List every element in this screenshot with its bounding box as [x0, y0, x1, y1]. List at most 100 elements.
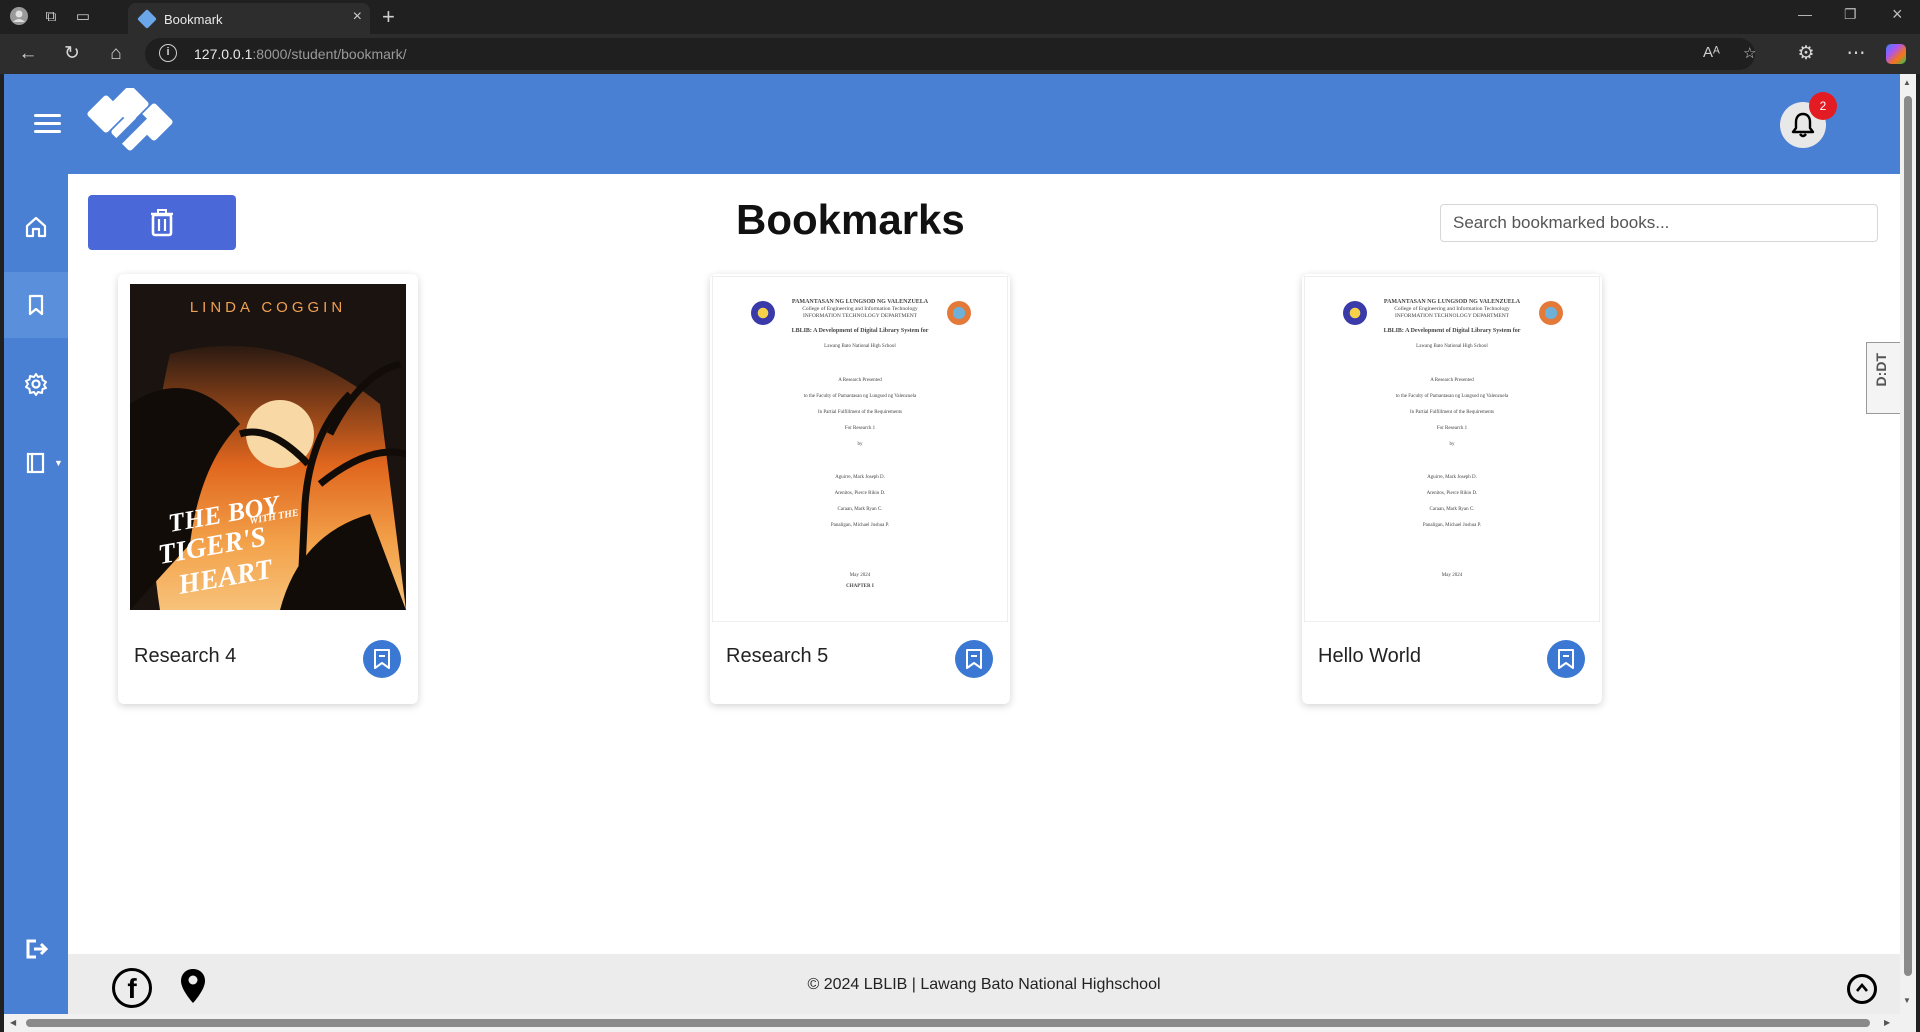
scroll-up-arrow[interactable]: ▲ [1903, 78, 1911, 87]
scroll-left-arrow[interactable]: ◀ [10, 1018, 16, 1027]
back-icon[interactable]: ← [16, 42, 40, 66]
extension-badge-label: D:DT [1873, 353, 1889, 387]
reload-icon[interactable]: ↻ [60, 42, 84, 66]
arrow-up-icon [1856, 982, 1868, 992]
address-bar[interactable]: i 127.0.0.1:8000/student/bookmark/ Aᴬ ☆ [145, 38, 1756, 70]
page-viewport: 2 ▼ Bookmarks Search bookmarked books...… [4, 74, 1900, 1014]
extension-badge[interactable]: D:DT [1866, 342, 1900, 414]
copilot-icon[interactable] [1886, 44, 1906, 64]
sidebar-item-settings[interactable] [4, 351, 68, 417]
bookmark-icon [28, 294, 44, 316]
tab-close-icon[interactable]: × [353, 8, 362, 26]
doc-date: May 2024 [849, 573, 871, 578]
close-window-icon[interactable]: × [1892, 4, 1903, 25]
site-info-icon[interactable]: i [159, 44, 177, 62]
doc-text: by [1449, 442, 1455, 447]
horizontal-scroll-thumb[interactable] [26, 1019, 1870, 1027]
bookmark-remove-icon [374, 649, 390, 669]
book-icon [26, 452, 45, 474]
tab-favicon-icon [137, 9, 157, 29]
hamburger-icon[interactable] [34, 114, 61, 134]
doc-text: For Research 1 [844, 426, 876, 431]
doc-chapter: CHAPTER I [846, 584, 874, 589]
tab-actions-icon[interactable]: ▭ [72, 6, 94, 28]
doc-text: A Research Presented [1430, 378, 1474, 383]
doc-header: PAMANTASAN NG LUNGSOD NG VALENZUELA [1383, 299, 1521, 305]
read-aloud-icon[interactable]: Aᴬ [1703, 44, 1720, 61]
restore-icon[interactable]: ❐ [1844, 6, 1857, 23]
sidebar-item-books[interactable]: ▼ [4, 430, 68, 496]
notification-badge: 2 [1809, 92, 1837, 120]
doc-author: Arenitos, Pierce Rikio D. [1426, 491, 1478, 496]
remove-bookmark-button[interactable] [363, 640, 401, 678]
doc-header: INFORMATION TECHNOLOGY DEPARTMENT [1394, 313, 1510, 319]
doc-title: LBLIB: A Development of Digital Library … [791, 328, 929, 334]
document-preview[interactable]: PAMANTASAN NG LUNGSOD NG VALENZUELA Coll… [1304, 276, 1600, 622]
vertical-scroll-thumb[interactable] [1904, 96, 1912, 976]
delete-bookmarks-button[interactable] [88, 195, 236, 250]
doc-text: For Research 1 [1436, 426, 1468, 431]
sidebar: ▼ [4, 174, 68, 1014]
scroll-down-arrow[interactable]: ▼ [1903, 996, 1911, 1005]
doc-text: to the Faculty of Pamantasan ng Lungsod … [803, 394, 917, 399]
chevron-down-icon: ▼ [54, 458, 63, 468]
bookmark-remove-icon [966, 649, 982, 669]
sidebar-item-logout[interactable] [4, 916, 68, 982]
browser-toolbar: ← ↻ ⌂ i 127.0.0.1:8000/student/bookmark/… [0, 34, 1920, 74]
remove-bookmark-button[interactable] [955, 640, 993, 678]
doc-author: Caraan, Mark Ryan C. [1429, 507, 1475, 512]
main-content: Bookmarks Search bookmarked books... LIN… [68, 174, 1900, 954]
sidebar-item-home[interactable] [4, 194, 68, 260]
doc-text: Lawang Bato National High School [1416, 344, 1488, 349]
doc-author: Arenitos, Pierce Rikio D. [834, 491, 886, 496]
doc-header: INFORMATION TECHNOLOGY DEPARTMENT [802, 313, 918, 319]
doc-text: In Partial Fulfillment of the Requiremen… [817, 410, 902, 415]
bookmark-card[interactable]: LINDA COGGIN THE BOY WITH THE TIGER'S HE… [118, 274, 418, 704]
doc-author: Panaligan, Michael Joshua P. [830, 523, 890, 528]
profile-icon[interactable] [8, 6, 30, 28]
bookmark-card[interactable]: PAMANTASAN NG LUNGSOD NG VALENZUELA Coll… [1302, 274, 1602, 704]
minimize-icon[interactable]: — [1798, 6, 1812, 22]
cover-author: LINDA COGGIN [190, 299, 346, 316]
horizontal-scrollbar[interactable]: ◀ ▶ [4, 1014, 1916, 1032]
doc-title: LBLIB: A Development of Digital Library … [1383, 328, 1521, 334]
app-logo[interactable] [86, 88, 186, 162]
sidebar-item-bookmarks[interactable] [4, 272, 68, 338]
copyright-text: © 2024 LBLIB | Lawang Bato National High… [807, 976, 1161, 993]
app-header: 2 [4, 74, 1900, 174]
trash-icon [151, 209, 173, 237]
doc-author: Caraan, Mark Ryan C. [837, 507, 883, 512]
scroll-to-top-button[interactable] [1847, 974, 1877, 1004]
doc-text: A Research Presented [838, 378, 882, 383]
bell-icon [1791, 112, 1815, 138]
doc-header: College of Engineering and Information T… [1394, 306, 1510, 312]
book-cover[interactable]: LINDA COGGIN THE BOY WITH THE TIGER'S HE… [130, 284, 406, 610]
doc-author: Panaligan, Michael Joshua P. [1422, 523, 1482, 528]
footer: f © 2024 LBLIB | Lawang Bato National Hi… [68, 954, 1900, 1014]
more-menu-icon[interactable]: ⋯ [1844, 42, 1868, 66]
bookmark-remove-icon [1558, 649, 1574, 669]
vertical-scrollbar[interactable]: ▲ ▼ [1900, 74, 1916, 1014]
new-tab-icon[interactable]: + [382, 4, 395, 30]
scroll-right-arrow[interactable]: ▶ [1884, 1018, 1890, 1027]
doc-text: by [857, 442, 863, 447]
gear-icon [25, 373, 47, 396]
extensions-icon[interactable]: ⚙ [1794, 42, 1818, 66]
document-preview[interactable]: PAMANTASAN NG LUNGSOD NG VALENZUELA Coll… [712, 276, 1008, 622]
favorite-star-icon[interactable]: ☆ [1743, 44, 1756, 62]
doc-author: Aguirre, Mark Joseph D. [835, 475, 885, 480]
search-input[interactable] [1440, 204, 1878, 242]
card-title: Research 5 [726, 645, 829, 667]
tab-title: Bookmark [164, 12, 223, 27]
page-title: Bookmarks [736, 196, 965, 243]
browser-tab[interactable]: Bookmark × [128, 3, 370, 34]
bookmark-card[interactable]: PAMANTASAN NG LUNGSOD NG VALENZUELA Coll… [710, 274, 1010, 704]
doc-text: In Partial Fulfillment of the Requiremen… [1409, 410, 1494, 415]
doc-header: College of Engineering and Information T… [802, 306, 918, 312]
url-text: 127.0.0.1:8000/student/bookmark/ [194, 46, 407, 62]
workspaces-icon[interactable]: ⧉ [40, 6, 62, 28]
browser-tab-strip: ⧉ ▭ Bookmark × + — ❐ × [0, 0, 1920, 34]
home-browser-icon[interactable]: ⌂ [104, 42, 128, 66]
remove-bookmark-button[interactable] [1547, 640, 1585, 678]
doc-text: Lawang Bato National High School [824, 344, 896, 349]
